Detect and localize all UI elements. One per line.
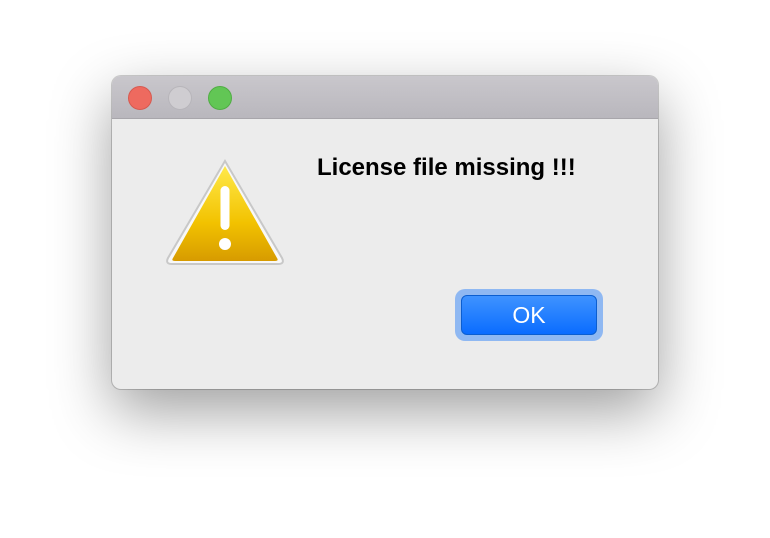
alert-dialog: License file missing !!! OK bbox=[112, 76, 658, 389]
message-text: License file missing !!! bbox=[317, 154, 576, 181]
warning-icon bbox=[164, 158, 286, 266]
minimize-button[interactable] bbox=[168, 86, 192, 110]
ok-button[interactable]: OK bbox=[461, 295, 597, 335]
zoom-button[interactable] bbox=[208, 86, 232, 110]
close-button[interactable] bbox=[128, 86, 152, 110]
title-bar[interactable] bbox=[112, 76, 658, 119]
